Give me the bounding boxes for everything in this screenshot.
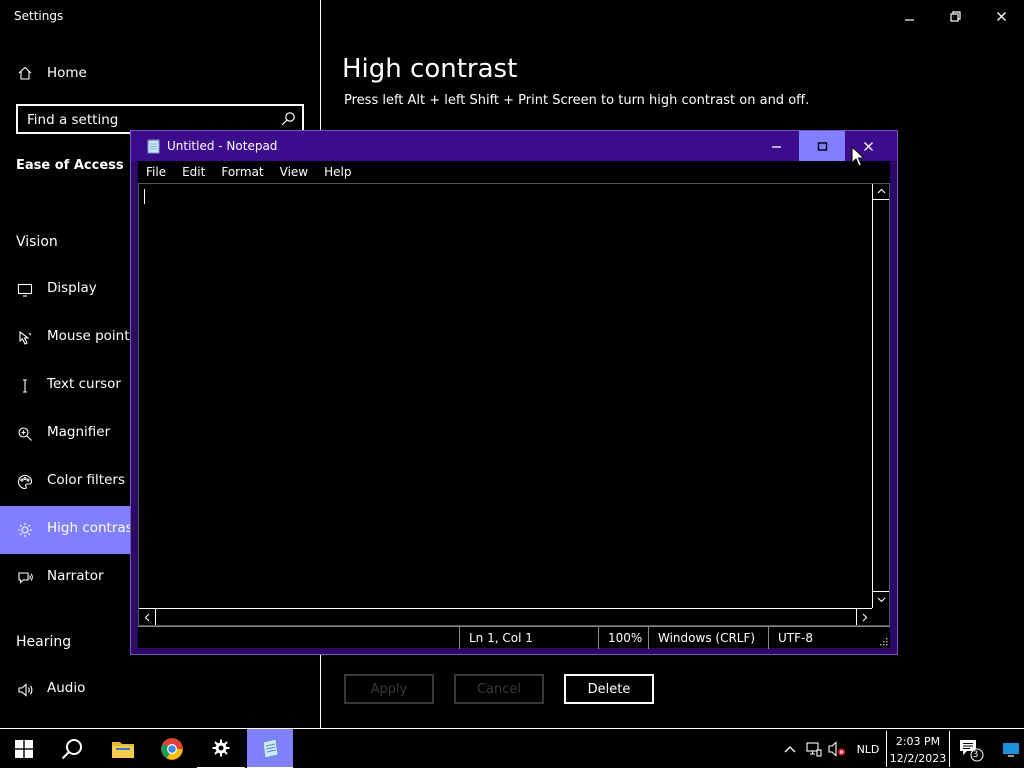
scroll-up-arrow-icon[interactable] [873,184,889,198]
clock-time: 2:03 PM [895,735,941,748]
search-input[interactable] [27,110,267,130]
scrollbar-corner [872,608,889,625]
restore-icon [949,10,961,22]
horizontal-scroll-track[interactable] [155,609,857,625]
resize-grip-icon[interactable] [878,636,888,646]
cancel-button[interactable]: Cancel [454,674,544,704]
nav-item-label: Mouse pointer [47,328,144,344]
start-button[interactable] [0,729,48,768]
language-indicator[interactable]: NLD [851,729,885,768]
gear-icon [212,739,230,757]
nav-home[interactable]: Home [0,58,320,88]
notepad-icon [262,738,279,759]
folder-icon [112,742,134,758]
vertical-scrollbar[interactable] [872,184,889,608]
settings-close-button[interactable] [978,0,1024,32]
nav-item-label: Color filters [47,472,125,488]
volume-muted-icon [828,741,845,757]
volume-tray-button[interactable] [826,729,848,768]
clock[interactable]: 2:03 PM 12/2/2023 [886,731,950,767]
nav-item-audio[interactable]: Audio [0,666,320,714]
search-icon[interactable] [280,111,296,127]
page-description: Press left Alt + left Shift + Print Scre… [344,93,810,108]
taskbar-chrome[interactable] [148,729,196,768]
notepad-maximize-button[interactable] [799,131,845,161]
notepad-minimize-button[interactable] [753,131,799,161]
minimize-icon [771,145,781,148]
mouse-pointer-icon [16,329,34,347]
section-label: Ease of Access [16,158,124,173]
text-caret [144,189,145,204]
horizontal-scrollbar[interactable] [139,608,873,625]
windows-icon [15,740,33,758]
nav-item-label: Text cursor [47,376,121,392]
notepad-titlebar[interactable]: Untitled - Notepad [131,131,897,161]
nav-item-label: High contrast [47,520,138,536]
status-position: Ln 1, Col 1 [459,627,598,649]
group-heading-hearing: Hearing [16,634,72,650]
taskbar-file-explorer[interactable] [99,729,147,768]
narrator-icon [16,569,34,587]
group-heading-vision: Vision [16,234,58,250]
text-area[interactable] [139,184,873,608]
notepad-menubar: File Edit Format View Help [138,161,890,183]
notification-count-badge: 3 [972,750,979,760]
minimize-icon [904,18,914,21]
audio-icon [16,681,34,699]
search-icon [61,739,82,760]
delete-button[interactable]: Delete [564,674,654,704]
status-line-ending: Windows (CRLF) [648,627,768,649]
magnifier-icon [16,425,34,443]
close-icon [996,11,1006,21]
status-encoding: UTF-8 [768,627,878,649]
maximize-icon [817,141,827,151]
show-hidden-icons-button[interactable] [779,729,801,768]
home-icon [16,64,34,82]
notepad-icon [147,139,160,154]
notepad-statusbar: Ln 1, Col 1 100% Windows (CRLF) UTF-8 [138,626,890,649]
desktop-icon [1003,743,1019,757]
network-tray-button[interactable] [803,729,825,768]
apply-button[interactable]: Apply [344,674,434,704]
clock-date: 12/2/2023 [889,752,947,765]
color-filters-icon [16,473,34,491]
nav-item-label: Audio [47,680,86,696]
app-title: Settings [14,9,64,23]
nav-item-label: Display [47,280,97,296]
menu-file[interactable]: File [138,165,174,179]
chrome-icon [161,738,183,760]
taskbar-notepad[interactable] [247,729,293,768]
network-icon [806,742,822,757]
nav-item-label: Narrator [47,568,104,584]
settings-minimize-button[interactable] [886,0,932,32]
notepad-editor [138,183,890,626]
mouse-cursor-icon [851,146,865,167]
show-desktop-button[interactable] [998,729,1024,768]
menu-format[interactable]: Format [213,165,271,179]
notepad-window: Untitled - Notepad File Edit Format View… [130,130,898,655]
page-title: High contrast [342,54,518,84]
vertical-scroll-track[interactable] [873,199,889,592]
action-center-button[interactable]: 3 [956,729,986,768]
taskbar: NLD 2:03 PM 12/2/2023 3 [0,728,1024,768]
monitor-icon [16,281,34,299]
menu-edit[interactable]: Edit [174,165,213,179]
chevron-up-icon [784,746,796,753]
status-zoom: 100% [598,627,648,649]
text-cursor-icon [16,377,34,395]
scroll-down-arrow-icon[interactable] [873,593,889,607]
nav-item-label: Magnifier [47,424,111,440]
taskbar-settings[interactable] [197,729,245,768]
notepad-title: Untitled - Notepad [167,139,278,153]
scroll-right-arrow-icon[interactable] [857,609,873,625]
nav-home-label: Home [47,65,87,81]
menu-view[interactable]: View [272,165,316,179]
settings-restore-button[interactable] [932,0,978,32]
menu-help[interactable]: Help [316,165,359,179]
scroll-left-arrow-icon[interactable] [139,609,155,625]
high-contrast-icon [16,521,34,539]
search-button[interactable] [48,729,96,768]
